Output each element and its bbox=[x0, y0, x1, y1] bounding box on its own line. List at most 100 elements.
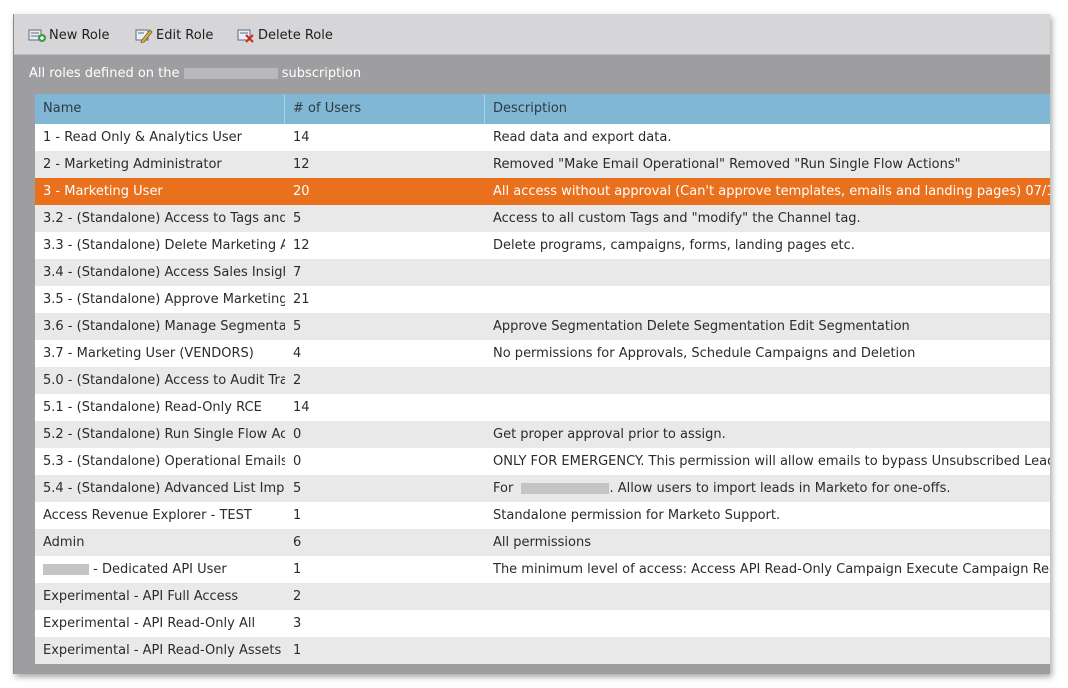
redacted-subscription-name bbox=[183, 68, 278, 79]
subscription-caption: All roles defined on the subscription bbox=[29, 66, 361, 81]
cell-users: 0 bbox=[293, 454, 302, 469]
cell-users: 7 bbox=[293, 265, 302, 280]
cell-name: Access Revenue Explorer - TEST bbox=[43, 508, 252, 523]
delete-role-icon bbox=[237, 27, 258, 43]
new-role-button[interactable]: New Role bbox=[28, 26, 110, 44]
table-row[interactable]: Experimental - API Full Access 2 bbox=[35, 583, 1050, 610]
table-row[interactable]: 5.3 - (Standalone) Operational Emails ..… bbox=[35, 448, 1050, 475]
cell-name: 5.0 - (Standalone) Access to Audit Trail bbox=[43, 373, 285, 388]
table-body: 1 - Read Only & Analytics User 14 Read d… bbox=[35, 124, 1050, 664]
delete-role-label: Delete Role bbox=[258, 27, 333, 43]
cell-users: 12 bbox=[293, 157, 310, 172]
cell-name: 3.3 - (Standalone) Delete Marketing A... bbox=[43, 238, 285, 253]
table-row[interactable]: - Dedicated API User 1 The minimum level… bbox=[35, 556, 1050, 583]
table-row[interactable]: 3.3 - (Standalone) Delete Marketing A...… bbox=[35, 232, 1050, 259]
cell-description: ONLY FOR EMERGENCY. This permission will… bbox=[493, 454, 1050, 469]
description-prefix: For bbox=[493, 481, 514, 496]
cell-users: 21 bbox=[293, 292, 310, 307]
cell-users: 4 bbox=[293, 346, 302, 361]
cell-name: 5.3 - (Standalone) Operational Emails ..… bbox=[43, 454, 285, 469]
table-row[interactable]: Experimental - API Read-Only All 3 bbox=[35, 610, 1050, 637]
cell-description bbox=[485, 583, 1050, 610]
table-row[interactable]: 5.2 - (Standalone) Run Single Flow Acti.… bbox=[35, 421, 1050, 448]
cell-description: All permissions bbox=[493, 535, 592, 550]
table-row[interactable]: 3.5 - (Standalone) Approve Marketing ...… bbox=[35, 286, 1050, 313]
cell-users: 14 bbox=[293, 400, 310, 415]
column-header-description[interactable]: Description bbox=[485, 94, 1050, 124]
roles-table: Name # of Users Description 1 - Read Onl… bbox=[35, 94, 1050, 674]
cell-users: 2 bbox=[293, 589, 302, 604]
cell-description bbox=[485, 610, 1050, 637]
cell-description bbox=[485, 637, 1050, 664]
table-row[interactable]: 2 - Marketing Administrator 12 Removed "… bbox=[35, 151, 1050, 178]
new-role-label: New Role bbox=[49, 27, 110, 43]
cell-name: 5.4 - (Standalone) Advanced List Import bbox=[43, 481, 285, 496]
cell-users: 1 bbox=[293, 508, 302, 523]
roles-panel: New Role Edit Role Delete Role All roles… bbox=[13, 14, 1050, 674]
column-header-users[interactable]: # of Users bbox=[285, 94, 485, 124]
table-row-selected[interactable]: 3 - Marketing User 20 All access without… bbox=[35, 178, 1050, 205]
cell-name: Experimental - API Read-Only All bbox=[43, 616, 256, 631]
cell-name: 5.1 - (Standalone) Read-Only RCE bbox=[43, 400, 262, 415]
cell-description: Approve Segmentation Delete Segmentation… bbox=[493, 319, 910, 334]
cell-description: Read data and export data. bbox=[493, 130, 672, 145]
cell-name: Experimental - API Read-Only Assets bbox=[43, 643, 282, 658]
table-row[interactable]: Access Revenue Explorer - TEST 1 Standal… bbox=[35, 502, 1050, 529]
table-row[interactable]: 5.1 - (Standalone) Read-Only RCE 14 bbox=[35, 394, 1050, 421]
cell-users: 14 bbox=[293, 130, 310, 145]
cell-description: Standalone permission for Marketo Suppor… bbox=[493, 508, 781, 523]
table-row[interactable]: 3.7 - Marketing User (VENDORS) 4 No perm… bbox=[35, 340, 1050, 367]
cell-name: 3.5 - (Standalone) Approve Marketing ... bbox=[43, 292, 285, 307]
column-header-name[interactable]: Name bbox=[35, 94, 285, 124]
cell-description: Access to all custom Tags and "modify" t… bbox=[493, 211, 861, 226]
cell-name: 2 - Marketing Administrator bbox=[43, 157, 222, 172]
cell-name: 3.6 - (Standalone) Manage Segmentat... bbox=[43, 319, 285, 334]
cell-description bbox=[485, 286, 1050, 313]
cell-users: 12 bbox=[293, 238, 310, 253]
cell-users: 5 bbox=[293, 481, 302, 496]
cell-name: Experimental - API Full Access bbox=[43, 589, 239, 604]
table-row[interactable]: 5.0 - (Standalone) Access to Audit Trail… bbox=[35, 367, 1050, 394]
cell-users: 1 bbox=[293, 562, 302, 577]
cell-description: Removed "Make Email Operational" Removed… bbox=[493, 157, 961, 172]
cell-users: 5 bbox=[293, 211, 302, 226]
edit-role-icon bbox=[135, 27, 156, 43]
cell-description: All access without approval (Can't appro… bbox=[493, 184, 1050, 199]
cell-users: 6 bbox=[293, 535, 302, 550]
table-row[interactable]: 3.4 - (Standalone) Access Sales Insight … bbox=[35, 259, 1050, 286]
table-row[interactable]: 1 - Read Only & Analytics User 14 Read d… bbox=[35, 124, 1050, 151]
cell-name: 3 - Marketing User bbox=[43, 184, 163, 199]
cell-description: For . Allow users to import leads in Mar… bbox=[485, 475, 1050, 502]
redacted-text bbox=[43, 564, 89, 575]
caption-suffix: subscription bbox=[281, 66, 362, 81]
table-row[interactable]: 5.4 - (Standalone) Advanced List Import … bbox=[35, 475, 1050, 502]
cell-name: - Dedicated API User bbox=[35, 556, 285, 583]
toolbar: New Role Edit Role Delete Role bbox=[14, 14, 1050, 55]
table-row[interactable]: Experimental - API Read-Only Assets 1 bbox=[35, 637, 1050, 664]
cell-description bbox=[485, 394, 1050, 421]
cell-name-text: - Dedicated API User bbox=[93, 562, 227, 577]
cell-users: 0 bbox=[293, 427, 302, 442]
table-row[interactable]: 3.2 - (Standalone) Access to Tags and ..… bbox=[35, 205, 1050, 232]
caption-prefix: All roles defined on the bbox=[29, 66, 180, 81]
cell-users: 3 bbox=[293, 616, 302, 631]
delete-role-button[interactable]: Delete Role bbox=[237, 26, 333, 44]
cell-name: 3.4 - (Standalone) Access Sales Insight bbox=[43, 265, 285, 280]
new-role-icon bbox=[28, 27, 49, 43]
table-row[interactable]: 3.6 - (Standalone) Manage Segmentat... 5… bbox=[35, 313, 1050, 340]
table-row[interactable]: Admin 6 All permissions bbox=[35, 529, 1050, 556]
cell-description bbox=[485, 367, 1050, 394]
cell-users: 2 bbox=[293, 373, 302, 388]
edit-role-label: Edit Role bbox=[156, 27, 214, 43]
redacted-text bbox=[521, 483, 610, 494]
edit-role-button[interactable]: Edit Role bbox=[135, 26, 213, 44]
cell-users: 1 bbox=[293, 643, 302, 658]
cell-users: 5 bbox=[293, 319, 302, 334]
cell-users: 20 bbox=[293, 184, 310, 199]
cell-name: 1 - Read Only & Analytics User bbox=[43, 130, 242, 145]
table-header: Name # of Users Description bbox=[35, 94, 1050, 124]
cell-name: Admin bbox=[43, 535, 85, 550]
cell-description bbox=[485, 259, 1050, 286]
cell-description: No permissions for Approvals, Schedule C… bbox=[493, 346, 916, 361]
cell-description: Get proper approval prior to assign. bbox=[493, 427, 726, 442]
